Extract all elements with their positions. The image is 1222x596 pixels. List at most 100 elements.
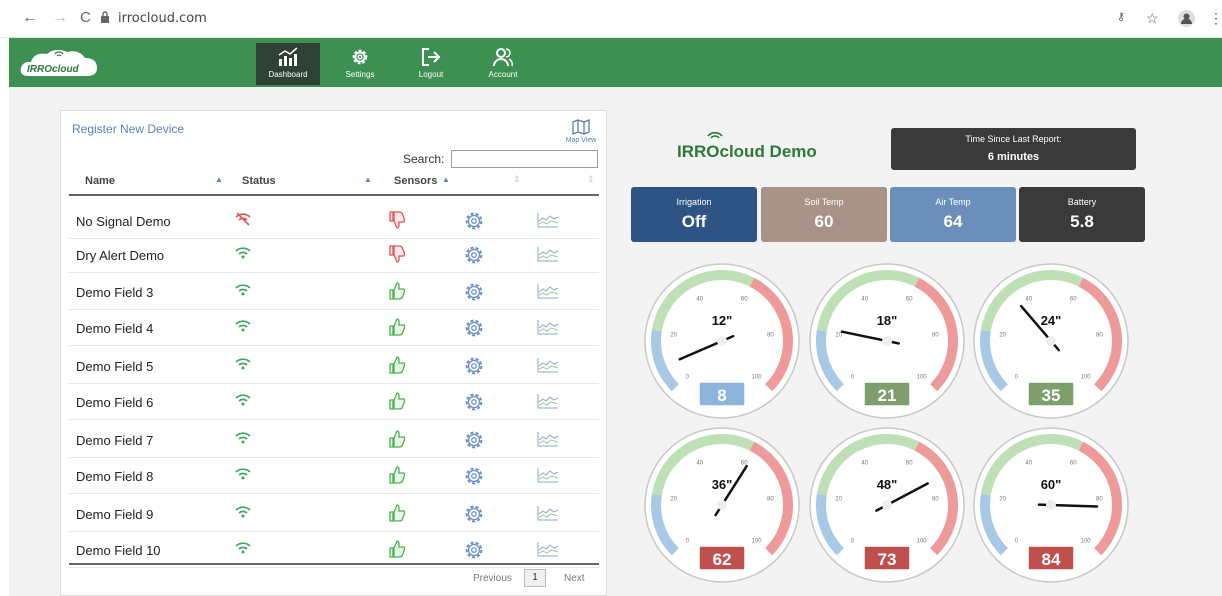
sensors-cell[interactable] bbox=[387, 317, 407, 342]
table-row[interactable]: Demo Field 4 bbox=[69, 310, 599, 346]
device-settings-button[interactable] bbox=[463, 244, 485, 271]
device-graph-button[interactable] bbox=[537, 246, 559, 267]
irrocloud-logo[interactable]: IRROcloud bbox=[19, 46, 101, 80]
table-row[interactable]: Dry Alert Demo bbox=[69, 237, 599, 273]
device-graph-button[interactable] bbox=[537, 212, 559, 233]
device-settings-button[interactable] bbox=[463, 465, 485, 492]
wifi-signal-icon bbox=[235, 320, 251, 332]
sort-asc-icon[interactable]: ▲ bbox=[364, 175, 372, 184]
device-name[interactable]: No Signal Demo bbox=[76, 214, 171, 229]
search-input[interactable] bbox=[451, 150, 598, 168]
sort-asc-icon[interactable]: ▲ bbox=[442, 175, 450, 184]
sort-both-icon[interactable]: ⇕ bbox=[513, 174, 521, 185]
profile-icon[interactable] bbox=[1178, 10, 1195, 27]
device-settings-button[interactable] bbox=[463, 281, 485, 308]
gauge-value: 35 bbox=[1042, 386, 1061, 405]
device-name[interactable]: Demo Field 3 bbox=[76, 285, 153, 300]
device-settings-button[interactable] bbox=[463, 539, 485, 566]
column-header-sensors[interactable]: Sensors bbox=[394, 175, 437, 187]
device-graph-button[interactable] bbox=[537, 357, 559, 378]
device-name[interactable]: Demo Field 9 bbox=[76, 507, 153, 522]
device-name[interactable]: Demo Field 8 bbox=[76, 469, 153, 484]
wifi-icon bbox=[707, 131, 723, 139]
device-settings-button[interactable] bbox=[463, 317, 485, 344]
star-icon[interactable]: ☆ bbox=[1146, 10, 1159, 27]
back-button[interactable]: ← bbox=[22, 9, 38, 27]
gauge-value: 21 bbox=[878, 386, 897, 405]
nav-logout[interactable]: Logout bbox=[399, 43, 463, 85]
sort-both-icon[interactable]: ⇕ bbox=[587, 174, 595, 185]
device-graph-button[interactable] bbox=[537, 393, 559, 414]
table-row[interactable]: Demo Field 9 bbox=[69, 496, 599, 532]
gauge-tick-label: 40 bbox=[861, 460, 868, 466]
time-since-report-label: Time Since Last Report: bbox=[965, 134, 1062, 144]
table-row[interactable]: Demo Field 8 bbox=[69, 458, 599, 494]
device-settings-button[interactable] bbox=[463, 391, 485, 418]
device-name[interactable]: Demo Field 5 bbox=[76, 359, 153, 374]
device-graph-button[interactable] bbox=[537, 319, 559, 340]
column-header-status[interactable]: Status bbox=[242, 175, 276, 187]
app-header: IRROcloud Dashboard Settings Logout Acco… bbox=[9, 38, 1222, 87]
sort-asc-icon[interactable]: ▲ bbox=[215, 175, 223, 184]
sensors-cell[interactable] bbox=[387, 210, 407, 235]
map-view-button[interactable]: Map View bbox=[561, 119, 601, 144]
device-name[interactable]: Dry Alert Demo bbox=[76, 248, 164, 263]
sensors-cell[interactable] bbox=[387, 244, 407, 269]
device-settings-button[interactable] bbox=[463, 503, 485, 530]
nav-settings[interactable]: Settings bbox=[328, 43, 392, 85]
status-cell bbox=[234, 467, 252, 486]
wifi-signal-icon bbox=[235, 432, 251, 444]
table-row[interactable]: Demo Field 3 bbox=[69, 274, 599, 310]
menu-icon[interactable]: ⋮ bbox=[1209, 10, 1222, 27]
device-settings-button[interactable] bbox=[463, 210, 485, 237]
tile-air-temp-value: 64 bbox=[943, 212, 963, 231]
gauge-tick-label: 60 bbox=[906, 460, 913, 466]
page-number-button[interactable]: 1 bbox=[524, 569, 546, 587]
address-bar[interactable]: irrocloud.com bbox=[118, 11, 207, 26]
nav-settings-label: Settings bbox=[345, 70, 375, 79]
nav-account-label: Account bbox=[488, 70, 518, 79]
reload-button[interactable]: C bbox=[80, 9, 91, 26]
register-new-device-link[interactable]: Register New Device bbox=[72, 122, 184, 136]
sensors-cell[interactable] bbox=[387, 503, 407, 528]
table-row[interactable]: Demo Field 7 bbox=[69, 422, 599, 458]
wifi-signal-icon bbox=[235, 394, 251, 406]
device-name[interactable]: Demo Field 4 bbox=[76, 321, 153, 336]
device-settings-button[interactable] bbox=[463, 355, 485, 382]
device-graph-button[interactable] bbox=[537, 467, 559, 488]
device-table-card: Register New Device Map View Search: Nam… bbox=[60, 110, 607, 596]
device-graph-button[interactable] bbox=[537, 431, 559, 452]
forward-button[interactable]: → bbox=[52, 9, 68, 27]
gauge-tick-label: 40 bbox=[696, 296, 703, 302]
sensors-cell[interactable] bbox=[387, 391, 407, 416]
column-header-name[interactable]: Name bbox=[85, 175, 115, 187]
previous-page-button[interactable]: Previous bbox=[473, 573, 512, 584]
device-name[interactable]: Demo Field 6 bbox=[76, 395, 153, 410]
device-name[interactable]: Demo Field 7 bbox=[76, 433, 153, 448]
device-name[interactable]: Demo Field 10 bbox=[76, 543, 161, 558]
nav-account[interactable]: Account bbox=[471, 43, 535, 85]
table-row[interactable]: No Signal Demo bbox=[69, 203, 599, 239]
device-settings-button[interactable] bbox=[463, 429, 485, 456]
sensors-cell[interactable] bbox=[387, 429, 407, 454]
key-icon[interactable]: ⚷ bbox=[1117, 10, 1125, 23]
thumbs-up-icon bbox=[389, 430, 406, 448]
nav-dashboard[interactable]: Dashboard bbox=[256, 43, 320, 85]
device-graph-button[interactable] bbox=[537, 541, 559, 562]
status-cell bbox=[234, 505, 252, 524]
device-graph-button[interactable] bbox=[537, 283, 559, 304]
table-row[interactable]: Demo Field 5 bbox=[69, 348, 599, 384]
sensors-cell[interactable] bbox=[387, 465, 407, 490]
table-row[interactable]: Demo Field 6 bbox=[69, 384, 599, 420]
status-cell bbox=[234, 393, 252, 412]
gauge-hub bbox=[1046, 336, 1056, 346]
device-graph-button[interactable] bbox=[537, 505, 559, 526]
sensors-cell[interactable] bbox=[387, 281, 407, 306]
gauge-value: 73 bbox=[878, 550, 897, 569]
sensors-cell[interactable] bbox=[387, 539, 407, 564]
gauge-tick-label: 60 bbox=[1070, 460, 1077, 466]
thumbs-up-icon bbox=[389, 356, 406, 374]
next-page-button[interactable]: Next bbox=[564, 573, 585, 584]
sensors-cell[interactable] bbox=[387, 355, 407, 380]
gauge-tick-label: 80 bbox=[932, 496, 939, 502]
